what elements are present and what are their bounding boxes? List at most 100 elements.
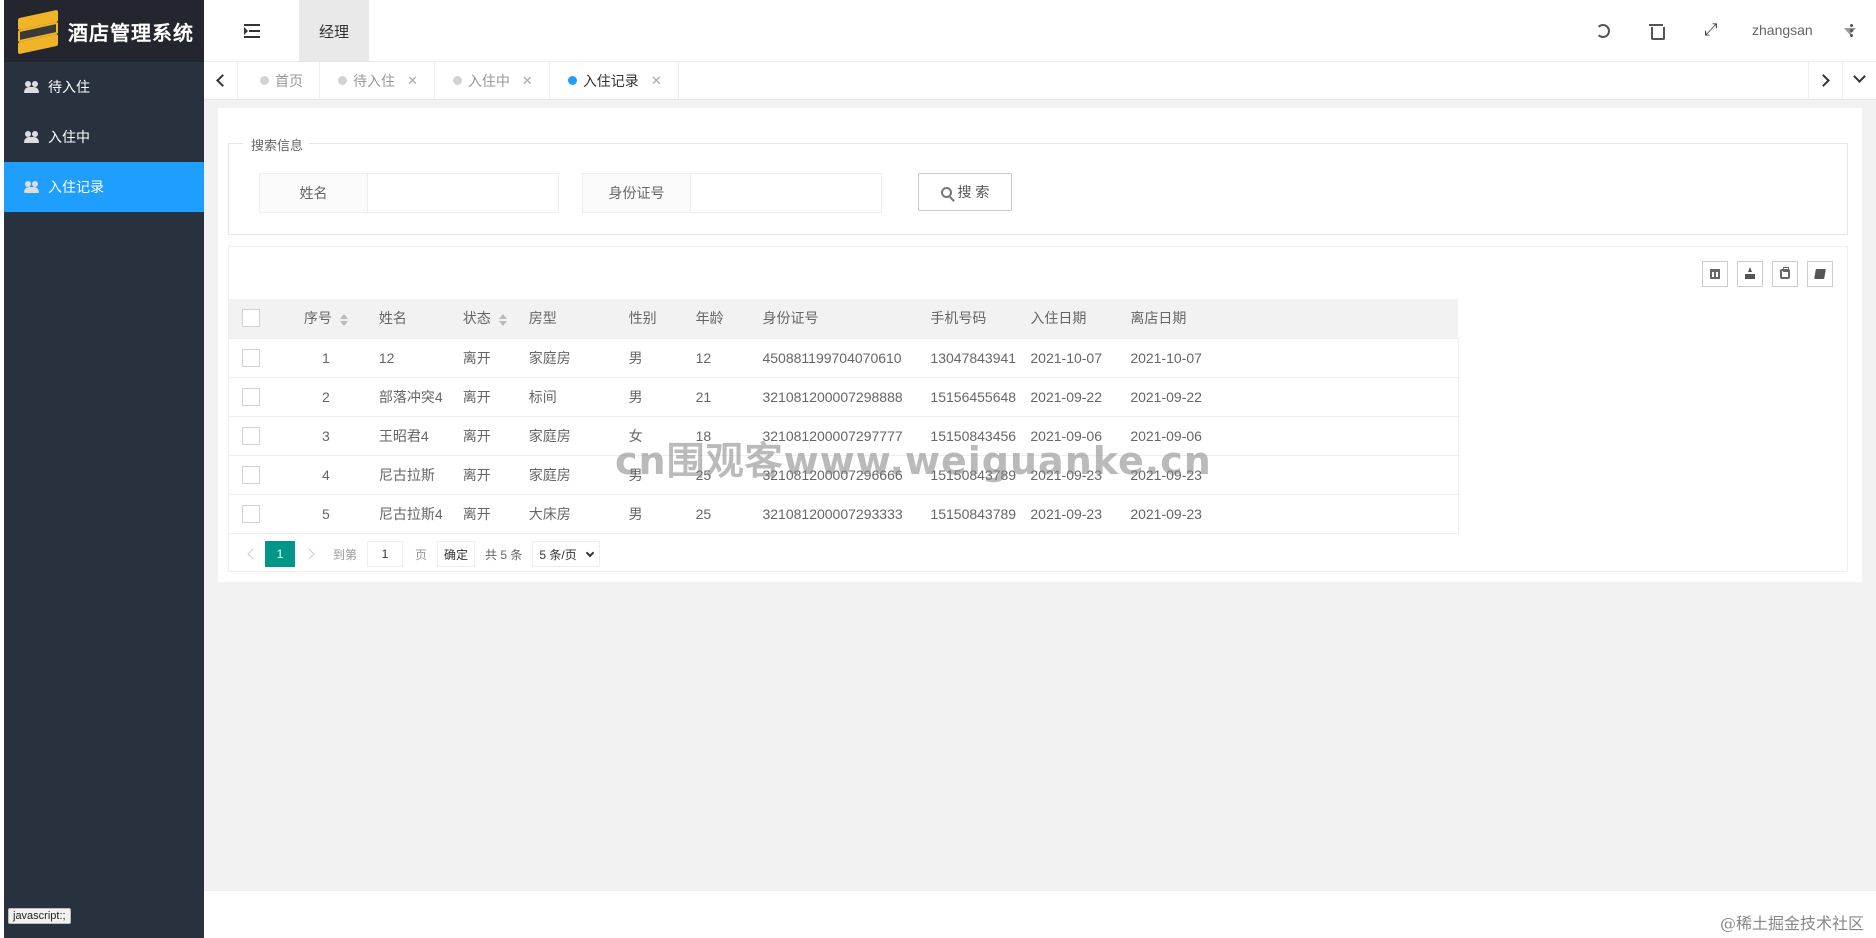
cell-checkout-date: 2021-09-23 xyxy=(1130,494,1458,534)
tab-pending-checkin[interactable]: 待入住 ✕ xyxy=(320,62,435,99)
total-count: 共 5 条 xyxy=(485,547,523,562)
cell-id-number: 321081200007298888 xyxy=(762,377,931,417)
fullscreen-icon[interactable] xyxy=(1704,20,1718,40)
name-field: 姓名 xyxy=(259,173,559,213)
close-icon[interactable]: ✕ xyxy=(651,73,662,89)
column-header-name: 姓名 xyxy=(378,299,463,339)
tab-checkin-records[interactable]: 入住记录 ✕ xyxy=(550,62,679,99)
id-number-input[interactable] xyxy=(691,174,881,212)
close-icon[interactable]: ✕ xyxy=(522,73,533,89)
tab-label: 首页 xyxy=(275,72,303,89)
top-header: 经理 zhangsan xyxy=(204,0,1876,62)
row-select-cell xyxy=(229,377,273,417)
cell-id-number: 450881199704070610 xyxy=(762,338,931,378)
cell-index: 2 xyxy=(272,377,379,417)
role-tab[interactable]: 经理 xyxy=(299,0,369,62)
more-icon[interactable] xyxy=(1850,24,1854,39)
search-panel: 搜索信息 姓名 身份证号 搜 索 xyxy=(228,135,1848,235)
tab-dot-icon xyxy=(567,76,577,85)
cell-age: 12 xyxy=(695,338,763,378)
cell-status: 离开 xyxy=(462,338,529,378)
current-page[interactable]: 1 xyxy=(265,541,295,567)
app-title: 酒店管理系统 xyxy=(68,22,194,45)
sort-icon[interactable] xyxy=(498,313,507,326)
cell-id-number: 321081200007293333 xyxy=(762,494,931,534)
table-header-row: 序号 姓名 状态 房型 性别 年龄 身份证号 手机号码 入住日期 离店日期 xyxy=(229,299,1459,339)
logo[interactable]: 酒店管理系统 xyxy=(4,0,204,62)
row-checkbox[interactable] xyxy=(241,504,260,523)
print-icon[interactable] xyxy=(1772,261,1798,287)
row-checkbox[interactable] xyxy=(241,465,260,484)
sort-icon[interactable] xyxy=(339,313,348,326)
columns-filter-icon[interactable] xyxy=(1702,261,1728,287)
cell-name: 王昭君4 xyxy=(378,416,463,456)
tab-checked-in[interactable]: 入住中 ✕ xyxy=(435,62,550,99)
tab-scroll-right-button[interactable] xyxy=(1808,62,1842,99)
footer: @稀土掘金技术社区 xyxy=(204,890,1876,938)
goto-page-input[interactable]: 1 xyxy=(367,541,404,567)
table-row[interactable]: 1 12 离开 家庭房男 12 450881199704070610 13047843941… xyxy=(229,338,1459,378)
table-row[interactable]: 5 尼古拉斯4 离开 大床房男 25 321081200007293333 15150843… xyxy=(229,494,1459,534)
row-checkbox[interactable] xyxy=(241,426,260,445)
page-size-select[interactable]: 5 条/页 xyxy=(532,541,600,567)
row-checkbox[interactable] xyxy=(241,387,260,406)
user-menu[interactable]: zhangsan xyxy=(1752,22,1813,38)
cell-checkin-date: 2021-09-23 xyxy=(1030,494,1131,534)
name-input[interactable] xyxy=(368,174,558,212)
id-number-field: 身份证号 xyxy=(582,173,882,213)
close-icon[interactable]: ✕ xyxy=(407,73,418,89)
export-icon[interactable] xyxy=(1737,261,1763,287)
cell-status: 离开 xyxy=(462,455,529,495)
cell-age: 21 xyxy=(695,377,763,417)
table-toolbar xyxy=(1702,261,1833,287)
page-tabs: 首页 待入住 ✕ 入住中 ✕ 入住记录 ✕ xyxy=(242,62,679,99)
main-content: 搜索信息 姓名 身份证号 搜 索 序号 姓名 状态 房型 性别 年龄 身份证号 … xyxy=(204,100,1876,890)
cell-name: 尼古拉斯 xyxy=(378,455,463,495)
select-all-checkbox[interactable] xyxy=(241,309,260,328)
pagination: 1 到第 1 页 确定 共 5 条 5 条/页 xyxy=(243,541,600,567)
layers-icon[interactable] xyxy=(1807,261,1833,287)
column-header-checkout-date: 离店日期 xyxy=(1130,299,1458,339)
cell-room-type: 标间 xyxy=(528,377,629,417)
id-number-label: 身份证号 xyxy=(583,174,691,212)
footer-watermark: @稀土掘金技术社区 xyxy=(1719,914,1864,933)
column-header-status[interactable]: 状态 xyxy=(462,299,529,339)
tab-bar: 首页 待入住 ✕ 入住中 ✕ 入住记录 ✕ xyxy=(204,62,1876,100)
cell-index: 4 xyxy=(272,455,379,495)
search-button-label: 搜 索 xyxy=(957,184,990,200)
table-row[interactable]: 2 部落冲突4 离开 标间男 21 321081200007298888 151564556… xyxy=(229,377,1459,417)
tab-home[interactable]: 首页 xyxy=(242,62,320,99)
sidebar-toggle-icon[interactable] xyxy=(244,24,260,38)
column-header-index[interactable]: 序号 xyxy=(272,299,379,339)
refresh-icon[interactable] xyxy=(1596,24,1610,38)
row-checkbox[interactable] xyxy=(241,348,260,367)
prev-page-icon[interactable] xyxy=(243,542,261,566)
next-page-icon[interactable] xyxy=(303,542,321,566)
cell-phone: 15150843789 xyxy=(930,494,1031,534)
tab-scroll-left-button[interactable] xyxy=(204,62,238,99)
row-select-cell xyxy=(229,338,273,378)
cell-gender: 男 xyxy=(628,338,696,378)
users-icon xyxy=(24,131,40,143)
cell-room-type: 家庭房 xyxy=(528,338,629,378)
sidebar-item-checkin-records[interactable]: 入住记录 xyxy=(4,162,204,212)
sidebar-item-checked-in[interactable]: 入住中 xyxy=(4,112,204,162)
browser-status-bar: javascript:; xyxy=(8,908,71,924)
column-header-room-type: 房型 xyxy=(528,299,629,339)
tab-dot-icon xyxy=(452,76,462,85)
search-legend: 搜索信息 xyxy=(243,135,310,154)
goto-label: 到第 xyxy=(333,547,358,562)
column-header-gender: 性别 xyxy=(628,299,696,339)
column-header-checkin-date: 入住日期 xyxy=(1030,299,1131,339)
cell-gender: 男 xyxy=(628,494,696,534)
chevron-down-icon xyxy=(585,548,594,557)
chevron-down-icon xyxy=(1853,70,1866,83)
checkin-records-table: 序号 姓名 状态 房型 性别 年龄 身份证号 手机号码 入住日期 离店日期 11… xyxy=(229,299,1459,534)
tab-menu-button[interactable] xyxy=(1842,62,1876,99)
cell-name: 尼古拉斯4 xyxy=(378,494,463,534)
goto-confirm-button[interactable]: 确定 xyxy=(437,541,476,567)
users-icon xyxy=(24,81,40,93)
search-button[interactable]: 搜 索 xyxy=(918,173,1012,211)
sidebar-item-pending-checkin[interactable]: 待入住 xyxy=(4,62,204,112)
trash-icon[interactable] xyxy=(1649,24,1665,40)
